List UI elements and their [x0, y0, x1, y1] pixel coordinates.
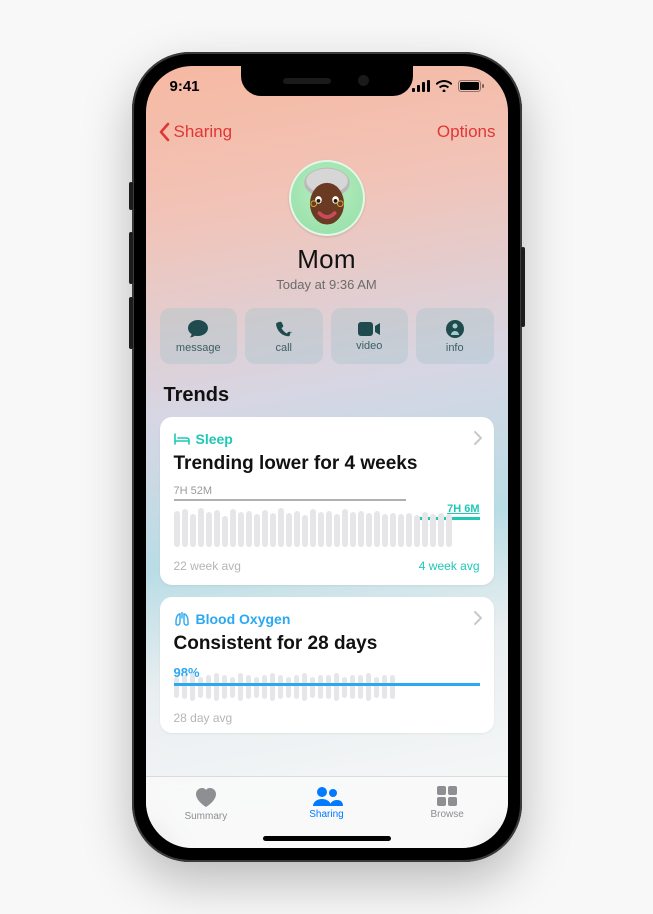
sleep-short-avg-label: 4 week avg [419, 559, 480, 573]
mute-switch [129, 182, 133, 210]
options-button[interactable]: Options [437, 122, 496, 142]
chevron-right-icon [474, 611, 482, 625]
volume-down-button [129, 297, 133, 349]
back-label: Sharing [174, 122, 233, 142]
sleep-long-value: 7H 52M [174, 485, 213, 497]
call-label: call [275, 342, 292, 354]
home-indicator[interactable] [263, 836, 391, 841]
signal-icon [412, 80, 430, 92]
contact-subtitle: Today at 9:36 AM [160, 277, 494, 292]
battery-icon [458, 80, 484, 92]
tab-summary-label: Summary [184, 811, 227, 822]
tab-sharing-label: Sharing [309, 809, 343, 820]
wifi-icon [436, 80, 452, 92]
message-icon [187, 319, 209, 339]
memoji-icon [291, 162, 363, 234]
tab-summary[interactable]: Summary [146, 777, 267, 848]
blood-chart: 98% 28 day avg [174, 665, 480, 721]
phone-icon [274, 319, 294, 339]
phone-frame: 9:41 Sharing Options [132, 52, 522, 862]
screen: 9:41 Sharing Options [146, 66, 508, 848]
blood-headline: Consistent for 28 days [174, 633, 480, 655]
info-button[interactable]: info [416, 308, 494, 364]
back-button[interactable]: Sharing [158, 122, 233, 142]
sleep-card[interactable]: Sleep Trending lower for 4 weeks 7H 52M … [160, 417, 494, 585]
nav-bar: Sharing Options [146, 112, 508, 152]
avatar[interactable] [289, 160, 365, 236]
info-label: info [446, 342, 464, 354]
chevron-left-icon [158, 122, 170, 142]
volume-up-button [129, 232, 133, 284]
blood-avg-line [174, 683, 480, 686]
sleep-metric-label: Sleep [196, 431, 233, 447]
info-icon [445, 319, 465, 339]
action-row: message call video info [160, 308, 494, 364]
contact-name: Mom [160, 244, 494, 275]
message-button[interactable]: message [160, 308, 238, 364]
call-button[interactable]: call [245, 308, 323, 364]
chevron-right-icon [474, 431, 482, 445]
sleep-chart: 7H 52M 7H 6M [174, 485, 480, 553]
message-label: message [176, 342, 221, 354]
blood-avg-label: 28 day avg [174, 711, 233, 725]
blood-oxygen-card[interactable]: Blood Oxygen Consistent for 28 days 98% … [160, 597, 494, 733]
content-area: Mom Today at 9:36 AM message call video [146, 150, 508, 776]
trends-title: Trends [164, 384, 490, 407]
bed-icon [174, 433, 190, 445]
lungs-icon [174, 612, 190, 626]
status-time: 9:41 [170, 78, 200, 95]
video-button[interactable]: video [331, 308, 409, 364]
power-button [521, 247, 525, 327]
people-icon [311, 785, 343, 807]
blood-metric-label: Blood Oxygen [196, 611, 291, 627]
video-icon [357, 321, 381, 337]
sleep-long-avg-label: 22 week avg [174, 559, 241, 573]
notch [241, 66, 413, 96]
video-label: video [356, 340, 382, 352]
tab-browse-label: Browse [431, 809, 464, 820]
heart-icon [193, 785, 219, 809]
grid-icon [436, 785, 458, 807]
tab-browse[interactable]: Browse [387, 777, 508, 848]
sleep-headline: Trending lower for 4 weeks [174, 453, 480, 475]
